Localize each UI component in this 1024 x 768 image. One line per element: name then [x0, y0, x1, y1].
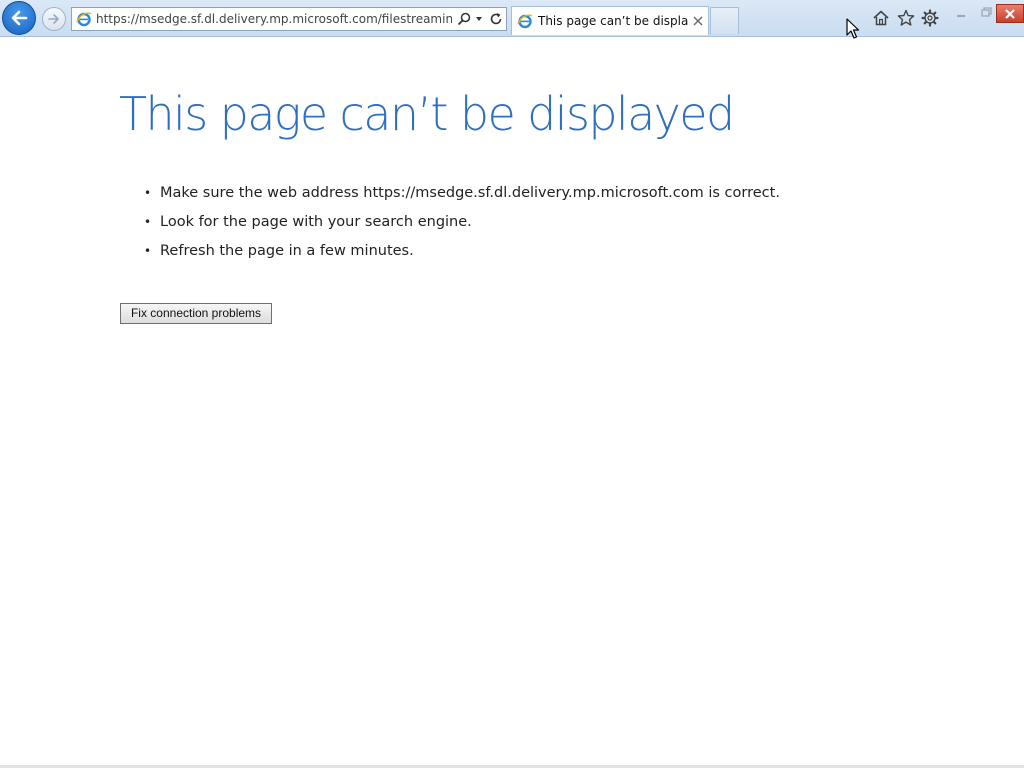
- ie-logo-icon: [76, 12, 92, 27]
- browser-toolbar: https://msedge.sf.dl.delivery.mp.microso…: [0, 0, 1024, 39]
- suggestion-text: Make sure the web address https://msedge…: [160, 185, 780, 201]
- tab-active[interactable]: This page can’t be displayed: [511, 6, 709, 35]
- ie-logo-icon: [517, 14, 533, 29]
- gear-icon[interactable]: [921, 9, 939, 27]
- tab-title: This page can’t be displayed: [538, 14, 688, 28]
- forward-arrow-icon: [48, 14, 59, 24]
- page-title: This page can’t be displayed: [119, 87, 735, 141]
- suggestion-text: Refresh the page in a few minutes.: [160, 243, 414, 259]
- browser-window: https://msedge.sf.dl.delivery.mp.microso…: [0, 0, 1024, 768]
- close-window-button[interactable]: [996, 4, 1024, 23]
- back-button[interactable]: [2, 1, 36, 35]
- close-icon: [1005, 8, 1015, 19]
- restore-button[interactable]: [974, 4, 996, 22]
- list-item: • Make sure the web address https://msed…: [144, 181, 780, 210]
- chevron-down-icon[interactable]: [474, 11, 484, 27]
- address-bar[interactable]: https://msedge.sf.dl.delivery.mp.microso…: [71, 7, 507, 31]
- list-item: • Look for the page with your search eng…: [144, 210, 780, 239]
- star-icon[interactable]: [897, 9, 915, 27]
- address-url[interactable]: https://msedge.sf.dl.delivery.mp.microso…: [96, 8, 452, 30]
- new-tab-button[interactable]: [710, 7, 739, 34]
- bullet: •: [144, 244, 152, 258]
- back-arrow-icon: [11, 10, 28, 26]
- minimize-button[interactable]: [950, 4, 972, 22]
- refresh-icon[interactable]: [488, 11, 504, 27]
- suggestion-text: Look for the page with your search engin…: [160, 214, 472, 230]
- bullet: •: [144, 215, 152, 229]
- bullet: •: [144, 186, 152, 200]
- fix-connection-button[interactable]: Fix connection problems: [120, 303, 272, 324]
- page-content: This page can’t be displayed • Make sure…: [0, 37, 1024, 768]
- list-item: • Refresh the page in a few minutes.: [144, 239, 780, 268]
- forward-button[interactable]: [42, 7, 66, 31]
- close-icon[interactable]: [692, 15, 704, 27]
- home-icon[interactable]: [872, 9, 890, 27]
- suggestion-list: • Make sure the web address https://msed…: [144, 181, 780, 268]
- search-icon[interactable]: [456, 11, 472, 27]
